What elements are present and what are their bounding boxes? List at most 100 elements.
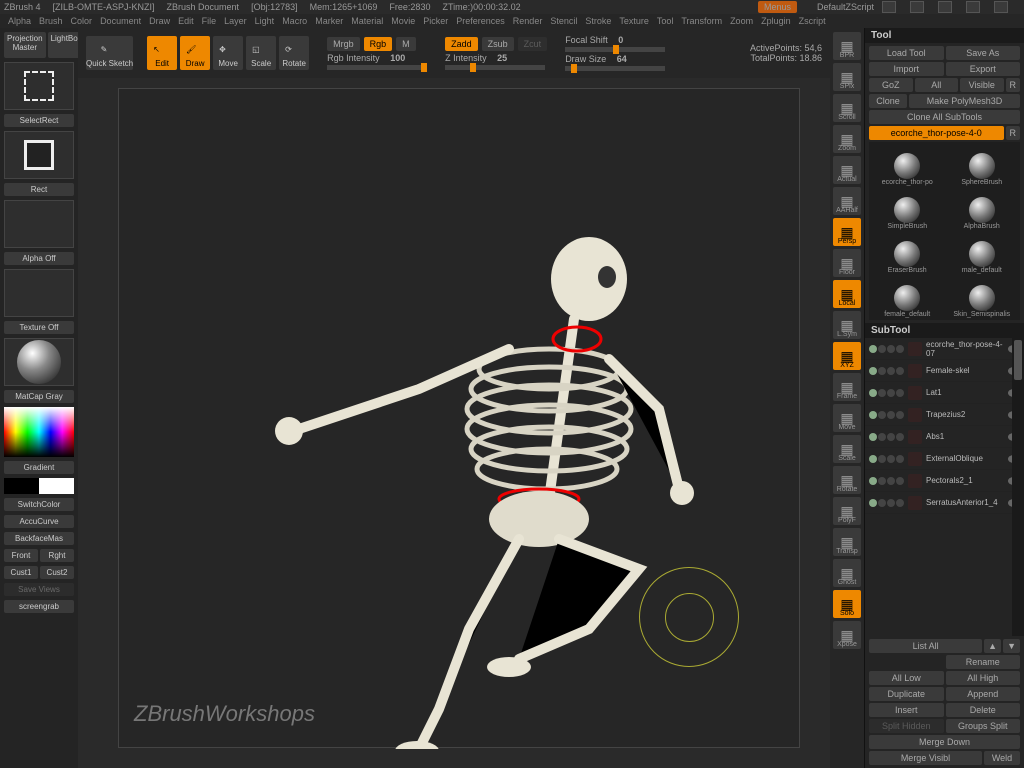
window-tray-icon[interactable] xyxy=(882,1,896,13)
menu-zoom[interactable]: Zoom xyxy=(730,16,753,26)
m-tab[interactable]: M xyxy=(396,37,416,51)
menu-macro[interactable]: Macro xyxy=(282,16,307,26)
color-swatches[interactable] xyxy=(4,478,74,494)
transp-button[interactable]: ▦Transp xyxy=(833,528,861,556)
zoom-button[interactable]: ▦Zoom xyxy=(833,125,861,153)
accucurve-button[interactable]: AccuCurve xyxy=(4,515,74,528)
focal-shift-slider[interactable] xyxy=(565,47,665,52)
floor-button[interactable]: ▦Floor xyxy=(833,249,861,277)
zcut-tab[interactable]: Zcut xyxy=(518,37,548,51)
goz-all-button[interactable]: All xyxy=(915,78,959,92)
polyf-button[interactable]: ▦PolyF xyxy=(833,497,861,525)
menu-draw[interactable]: Draw xyxy=(149,16,170,26)
subtool-item[interactable]: Abs1 xyxy=(865,426,1024,448)
menu-file[interactable]: File xyxy=(202,16,217,26)
subtool-item[interactable]: Trapezius2 xyxy=(865,404,1024,426)
insert-button[interactable]: Insert xyxy=(869,703,944,717)
subtool-header[interactable]: SubTool xyxy=(865,323,1024,338)
menu-stroke[interactable]: Stroke xyxy=(585,16,611,26)
menu-movie[interactable]: Movie xyxy=(391,16,415,26)
zsub-tab[interactable]: Zsub xyxy=(482,37,514,51)
actual-button[interactable]: ▦Actual xyxy=(833,156,861,184)
tool-r-button[interactable]: R xyxy=(1006,126,1021,140)
menu-brush[interactable]: Brush xyxy=(39,16,63,26)
alpha-thumb[interactable] xyxy=(4,200,74,248)
split-hidden-button[interactable]: Split Hidden xyxy=(869,719,944,733)
subtool-item[interactable]: Female-skel xyxy=(865,360,1024,382)
tool-thumb[interactable]: AlphaBrush xyxy=(946,188,1019,230)
menu-layer[interactable]: Layer xyxy=(224,16,247,26)
menu-color[interactable]: Color xyxy=(71,16,93,26)
make-polymesh-button[interactable]: Make PolyMesh3D xyxy=(909,94,1020,108)
tool-thumb[interactable]: SphereBrush xyxy=(946,144,1019,186)
down-button[interactable]: ▼ xyxy=(1003,639,1020,653)
color-picker[interactable] xyxy=(4,407,74,457)
aahalf-button[interactable]: ▦AAHalf xyxy=(833,187,861,215)
menu-zplugin[interactable]: Zplugin xyxy=(761,16,791,26)
merge-visible-button[interactable]: Merge Visibl xyxy=(869,751,982,765)
mrgb-tab[interactable]: Mrgb xyxy=(327,37,360,51)
menu-picker[interactable]: Picker xyxy=(423,16,448,26)
cust2-button[interactable]: Cust2 xyxy=(40,566,74,579)
skeleton-model[interactable] xyxy=(239,189,719,749)
subtool-item[interactable]: ecorche_thor-pose-4-07 xyxy=(865,338,1024,360)
rgb-tab[interactable]: Rgb xyxy=(364,37,393,51)
frame-button[interactable]: ▦Frame xyxy=(833,373,861,401)
clone-all-subtools-button[interactable]: Clone All SubTools xyxy=(869,110,1020,124)
spix-button[interactable]: ▦SPix xyxy=(833,63,861,91)
subtool-item[interactable]: SerratusAnterior1_4 xyxy=(865,492,1024,514)
minimize-icon[interactable] xyxy=(938,1,952,13)
clone-button[interactable]: Clone xyxy=(869,94,907,108)
matcap-thumb[interactable] xyxy=(4,338,74,386)
draw-button[interactable]: 🖌Draw xyxy=(180,36,210,70)
tool-thumb[interactable]: EraserBrush xyxy=(871,232,944,274)
tool-thumb[interactable]: female_default xyxy=(871,276,944,318)
rect-thumb[interactable] xyxy=(4,131,74,179)
goz-r-button[interactable]: R xyxy=(1006,78,1021,92)
subtool-item[interactable]: ExternalOblique xyxy=(865,448,1024,470)
screengrab-button[interactable]: screengrab xyxy=(4,600,74,613)
export-button[interactable]: Export xyxy=(946,62,1021,76)
move-button[interactable]: ▦Move xyxy=(833,404,861,432)
rotate-button[interactable]: ⟳Rotate xyxy=(279,36,309,70)
solo-button[interactable]: ▦Solo xyxy=(833,590,861,618)
groups-split-button[interactable]: Groups Split xyxy=(946,719,1021,733)
import-button[interactable]: Import xyxy=(869,62,944,76)
select-rect-thumb[interactable] xyxy=(4,62,74,110)
merge-down-button[interactable]: Merge Down xyxy=(869,735,1020,749)
xyz-button[interactable]: ▦XYZ xyxy=(833,342,861,370)
menu-light[interactable]: Light xyxy=(255,16,275,26)
switch-color-button[interactable]: SwitchColor xyxy=(4,498,74,511)
subtool-item[interactable]: Lat1 xyxy=(865,382,1024,404)
texture-thumb[interactable] xyxy=(4,269,74,317)
close-icon[interactable] xyxy=(994,1,1008,13)
goz-visible-button[interactable]: Visible xyxy=(960,78,1004,92)
scale-button[interactable]: ◱Scale xyxy=(246,36,276,70)
backface-button[interactable]: BackfaceMas xyxy=(4,532,74,545)
menu-zscript[interactable]: Zscript xyxy=(799,16,826,26)
tool-thumb[interactable]: male_default xyxy=(946,232,1019,274)
front-button[interactable]: Front xyxy=(4,549,38,562)
canvas[interactable]: ZBrushWorkshops xyxy=(118,88,800,748)
append-button[interactable]: Append xyxy=(946,687,1021,701)
persp-button[interactable]: ▦Persp xyxy=(833,218,861,246)
menu-texture[interactable]: Texture xyxy=(619,16,649,26)
right-button[interactable]: Rght xyxy=(40,549,74,562)
duplicate-button[interactable]: Duplicate xyxy=(869,687,944,701)
local-button[interactable]: ▦Local xyxy=(833,280,861,308)
rgb-intensity-slider[interactable] xyxy=(327,65,427,70)
draw-size-slider[interactable] xyxy=(565,66,665,71)
menu-document[interactable]: Document xyxy=(100,16,141,26)
tool-thumb[interactable]: ecorche_thor-po xyxy=(871,144,944,186)
delete-button[interactable]: Delete xyxy=(946,703,1021,717)
save-as-button[interactable]: Save As xyxy=(946,46,1021,60)
tool-thumb[interactable]: Skin_Semispinalis xyxy=(946,276,1019,318)
menu-marker[interactable]: Marker xyxy=(315,16,343,26)
z-intensity-slider[interactable] xyxy=(445,65,545,70)
menu-tool[interactable]: Tool xyxy=(657,16,674,26)
move-button[interactable]: ✥Move xyxy=(213,36,243,70)
rotate-button[interactable]: ▦Rotate xyxy=(833,466,861,494)
all-high-button[interactable]: All High xyxy=(946,671,1021,685)
weld-button[interactable]: Weld xyxy=(984,751,1020,765)
up-button[interactable]: ▲ xyxy=(984,639,1001,653)
